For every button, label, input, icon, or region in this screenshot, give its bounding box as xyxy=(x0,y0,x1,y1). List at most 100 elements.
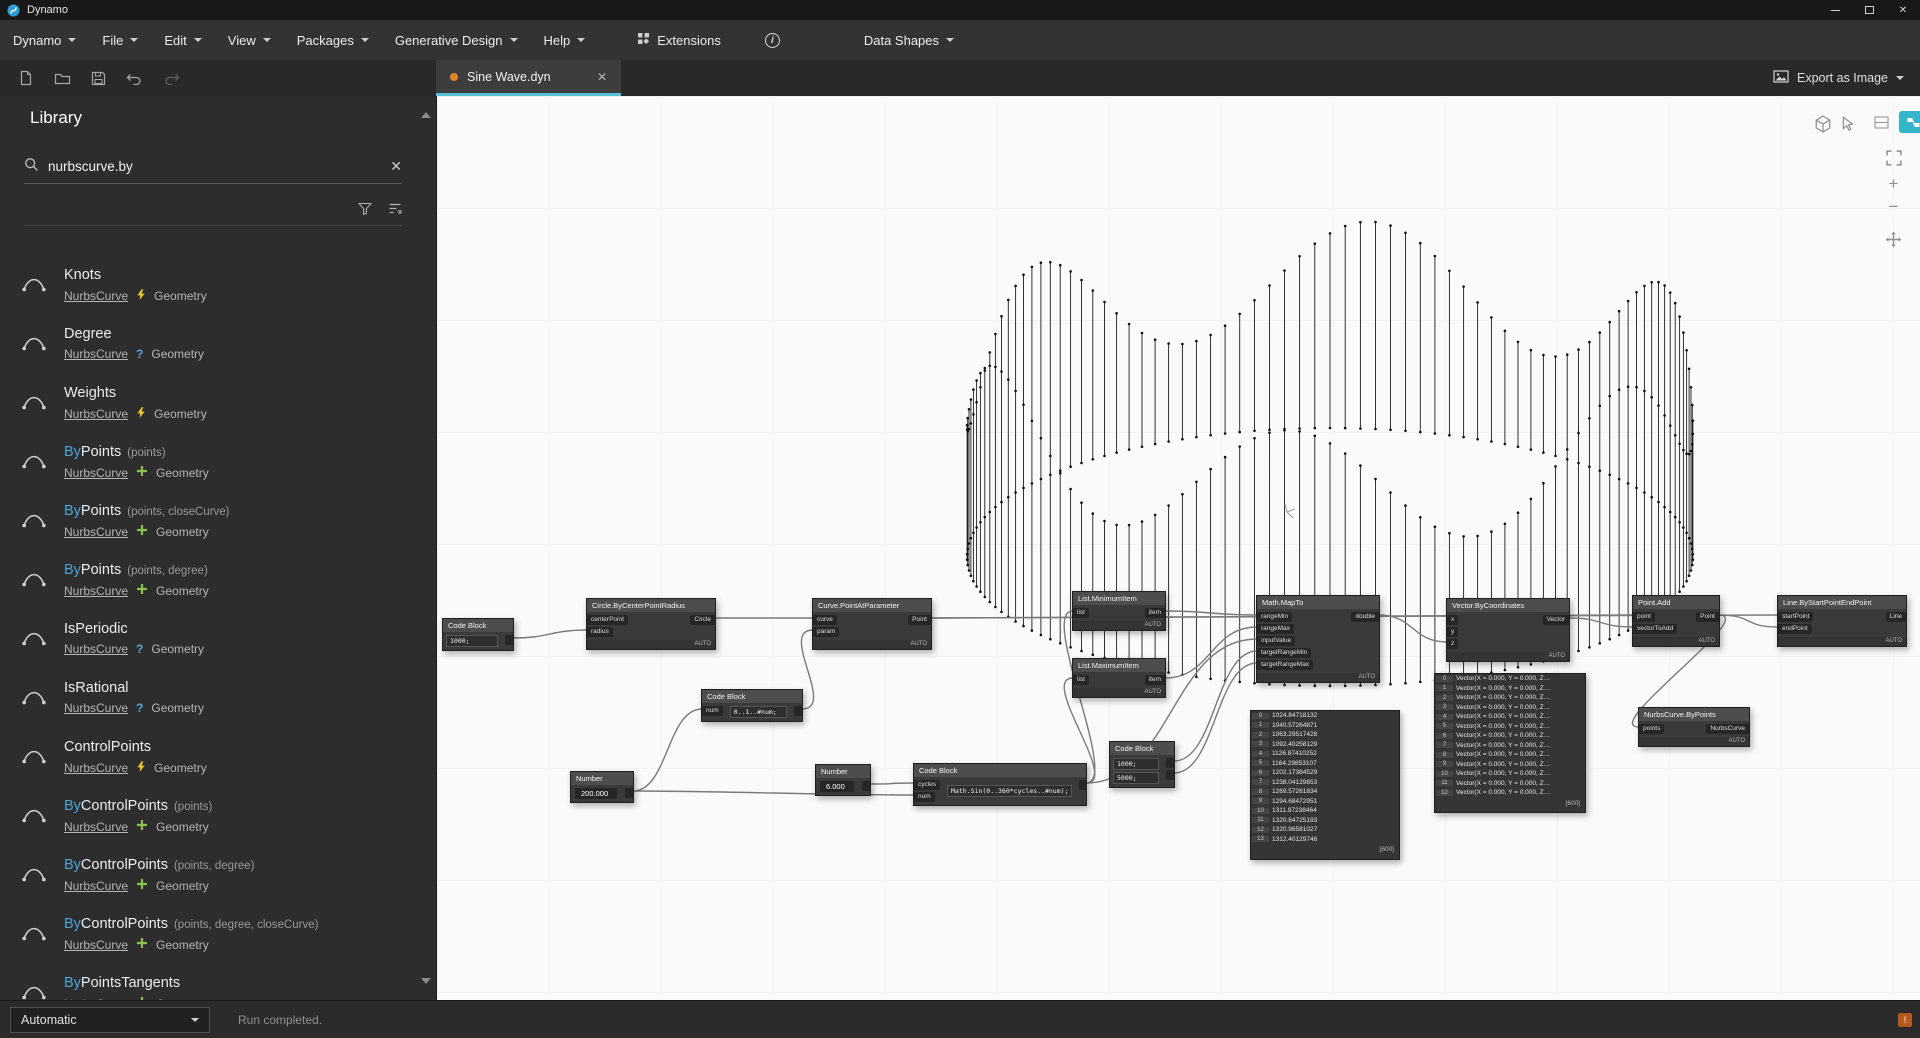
code-line[interactable]: 5000; xyxy=(1113,772,1159,784)
input-port-point[interactable]: point xyxy=(1633,612,1656,622)
node-listmax[interactable]: List.MaximumItem list item AUTO xyxy=(1072,658,1166,698)
zoom-fit-button[interactable] xyxy=(1884,148,1904,168)
save-button[interactable] xyxy=(89,69,108,88)
library-item-bypointstangents[interactable]: ByPointsTangents NurbsCurve Geometry xyxy=(0,970,422,1000)
tab-close-icon[interactable]: ✕ xyxy=(575,70,607,84)
select-geometry-button[interactable] xyxy=(1838,113,1860,135)
output-port-Point[interactable]: Point xyxy=(908,615,931,625)
menu-item-info[interactable]: i xyxy=(752,20,793,60)
input-port-num[interactable]: num xyxy=(914,792,935,802)
node-codeblock3[interactable]: Code Block cycles num Math.Sin(0..360*cycle… xyxy=(913,763,1088,806)
library-item-controlpoints[interactable]: ControlPoints NurbsCurve Geometry xyxy=(0,734,422,793)
library-item-bypoints[interactable]: ByPoints (points) NurbsCurve Geometry xyxy=(0,439,422,498)
watch-vectors-preview[interactable]: 0 Vector(X = 0.000, Y = 0.000, Z… 1 Vector(… xyxy=(1434,673,1586,813)
watch-list-preview[interactable]: 0 1024.84718132 1 1040.57264871 2 1063.295174… xyxy=(1250,710,1400,860)
input-port-num[interactable]: num xyxy=(702,706,723,716)
library-item-weights[interactable]: Weights NurbsCurve Geometry xyxy=(0,380,422,439)
output-port-0[interactable] xyxy=(625,788,633,798)
input-port-rangeMin[interactable]: rangeMin xyxy=(1257,612,1293,622)
output-port-item[interactable]: item xyxy=(1144,608,1165,618)
library-item-knots[interactable]: Knots NurbsCurve Geometry xyxy=(0,262,422,321)
input-port-targetRangeMax[interactable]: targetRangeMax xyxy=(1257,660,1314,670)
node-codeblock1[interactable]: Code Block 1000; xyxy=(442,618,514,651)
export-as-image-button[interactable]: Export as Image xyxy=(1757,60,1920,96)
input-port-list[interactable]: list xyxy=(1073,608,1089,618)
input-port-rangeMax[interactable]: rangeMax xyxy=(1257,624,1294,634)
open-folder-button[interactable] xyxy=(52,69,73,88)
output-port-0[interactable] xyxy=(862,781,870,791)
redo-button[interactable] xyxy=(161,69,182,87)
new-file-button[interactable] xyxy=(16,68,36,88)
node-pointadd[interactable]: Point.Add point vectorToAdd Point AUTO xyxy=(1632,595,1720,647)
library-item-degree[interactable]: Degree NurbsCurve? Geometry xyxy=(0,321,422,380)
notification-icon[interactable]: ! xyxy=(1898,1012,1912,1027)
input-port-targetRangeMin[interactable]: targetRangeMin xyxy=(1257,648,1312,658)
isolate-geometry-button[interactable] xyxy=(1812,113,1834,135)
scroll-up-icon[interactable] xyxy=(421,112,431,118)
output-port-Line[interactable]: Line xyxy=(1885,612,1906,622)
tab-sine-wave[interactable]: Sine Wave.dyn ✕ xyxy=(436,60,621,96)
output-port-0[interactable] xyxy=(1079,780,1088,790)
zoom-in-button[interactable]: + xyxy=(1889,175,1899,192)
code-line[interactable]: 1000; xyxy=(1113,758,1159,770)
node-curve[interactable]: Curve.PointAtParameter curve param Point AUT… xyxy=(812,598,932,650)
input-port-radius[interactable]: radius xyxy=(587,627,613,637)
geometry-view-toggle[interactable] xyxy=(1899,111,1920,133)
input-port-list[interactable]: list xyxy=(1073,675,1089,685)
menu-item-data-shapes[interactable]: Data Shapes xyxy=(851,20,967,60)
node-nurbs[interactable]: NurbsCurve.ByPoints points NurbsCurve AUTO xyxy=(1638,707,1750,747)
node-codeblock2[interactable]: Code Block num 0..1..#num; xyxy=(701,689,803,722)
number-value[interactable]: 200.000 xyxy=(575,788,617,799)
menu-item-help[interactable]: Help xyxy=(531,20,599,60)
input-port-points[interactable]: points xyxy=(1639,724,1665,734)
menu-item-file[interactable]: File xyxy=(89,20,151,60)
input-port-endPoint[interactable]: endPoint xyxy=(1778,624,1812,634)
menu-item-dynamo[interactable]: Dynamo xyxy=(0,20,89,60)
output-port-Vector[interactable]: Vector xyxy=(1542,615,1569,625)
library-item-bycontrolpoints[interactable]: ByControlPoints (points, degree, closeCur… xyxy=(0,911,422,970)
detail-view-icon[interactable] xyxy=(388,202,402,220)
library-item-bypoints[interactable]: ByPoints (points, closeCurve) NurbsCurve Ge… xyxy=(0,498,422,557)
library-item-isrational[interactable]: IsRational NurbsCurve? Geometry xyxy=(0,675,422,734)
run-mode-select[interactable]: Automatic xyxy=(10,1006,210,1033)
graph-canvas[interactable]: Code Block 1000; Circle.ByCenterPointRadiu… xyxy=(436,96,1920,1000)
menu-item-extensions[interactable]: Extensions xyxy=(624,20,734,60)
filter-funnel-icon[interactable] xyxy=(357,202,373,220)
output-port-1[interactable] xyxy=(1166,770,1174,780)
output-port-0[interactable] xyxy=(505,635,513,645)
input-port-centerPoint[interactable]: centerPoint xyxy=(587,615,628,625)
node-line[interactable]: Line.ByStartPointEndPoint startPoint endPo… xyxy=(1777,595,1907,647)
input-port-inputValue[interactable]: inputValue xyxy=(1257,636,1296,646)
input-port-y[interactable]: y xyxy=(1447,627,1459,637)
graph-view-toggle[interactable] xyxy=(1867,111,1895,133)
menu-item-edit[interactable]: Edit xyxy=(151,20,214,60)
close-button[interactable]: ✕ xyxy=(1886,0,1920,20)
node-listmin[interactable]: List.MinimumItem list item AUTO xyxy=(1072,591,1166,631)
search-input[interactable] xyxy=(48,159,382,174)
library-item-bycontrolpoints[interactable]: ByControlPoints (points) NurbsCurve Geometr… xyxy=(0,793,422,852)
node-circle[interactable]: Circle.ByCenterPointRadius centerPoint rad… xyxy=(586,598,716,650)
node-number6[interactable]: Number 6.000 xyxy=(815,764,871,796)
input-port-curve[interactable]: curve xyxy=(813,615,837,625)
library-item-bycontrolpoints[interactable]: ByControlPoints (points, degree) NurbsCurv… xyxy=(0,852,422,911)
output-port-double[interactable]: double xyxy=(1351,612,1379,622)
input-port-cycles[interactable]: cycles xyxy=(914,780,941,790)
scroll-down-icon[interactable] xyxy=(421,978,431,984)
clear-search-icon[interactable]: ✕ xyxy=(390,158,402,175)
library-item-isperiodic[interactable]: IsPeriodic NurbsCurve? Geometry xyxy=(0,616,422,675)
menu-item-generative-design[interactable]: Generative Design xyxy=(382,20,531,60)
minimize-button[interactable] xyxy=(1818,0,1852,20)
input-port-startPoint[interactable]: startPoint xyxy=(1778,612,1814,622)
input-port-vectorToAdd[interactable]: vectorToAdd xyxy=(1633,624,1678,634)
number-value[interactable]: 6.000 xyxy=(820,781,854,792)
node-vector[interactable]: Vector.ByCoordinates x y z Vector AUTO xyxy=(1446,598,1570,662)
code-line[interactable]: Math.Sin(0..360*cycles..#num); xyxy=(947,785,1073,797)
code-line[interactable]: 0..1..#num; xyxy=(729,706,787,718)
pan-button[interactable] xyxy=(1883,229,1904,250)
menu-item-view[interactable]: View xyxy=(215,20,284,60)
output-port-0[interactable] xyxy=(1166,758,1174,768)
maximize-button[interactable] xyxy=(1852,0,1886,20)
input-port-param[interactable]: param xyxy=(813,627,840,637)
undo-button[interactable] xyxy=(124,69,145,87)
output-port-Circle[interactable]: Circle xyxy=(690,615,715,625)
